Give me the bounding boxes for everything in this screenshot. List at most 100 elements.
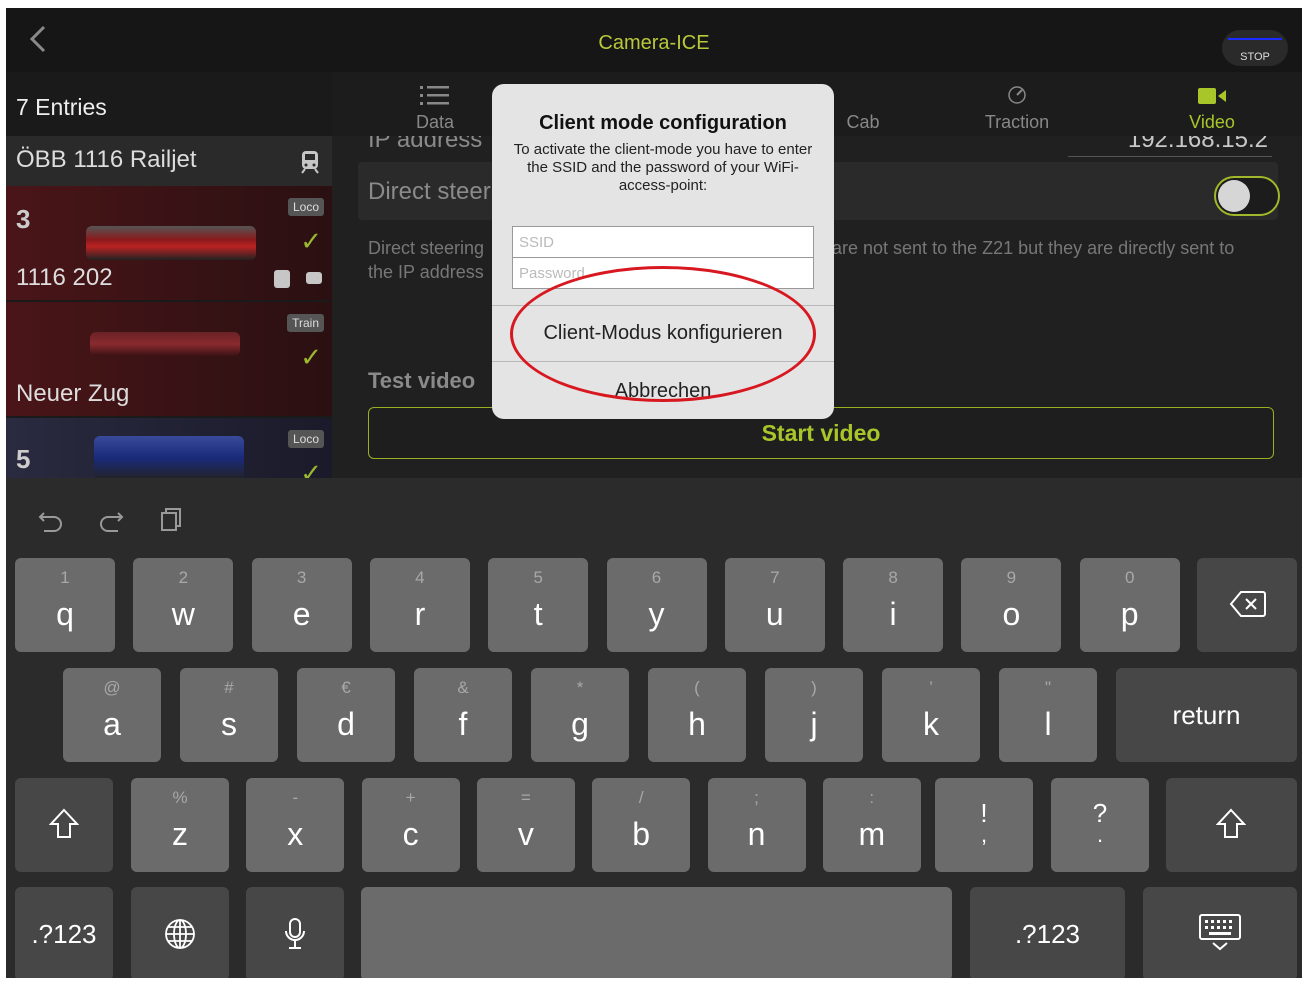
key-char: r — [414, 596, 426, 632]
key-char: n — [747, 816, 766, 852]
list-item[interactable]: 5 Loco ✓ — [6, 418, 332, 478]
shift-key-right[interactable] — [1166, 778, 1297, 872]
undo-icon[interactable] — [36, 504, 66, 534]
key-alt-char: " — [1044, 678, 1052, 697]
numbers-key-label: .?123 — [31, 919, 97, 949]
key-char: g — [571, 706, 589, 742]
redo-icon[interactable] — [96, 504, 126, 534]
key-w[interactable]: 2w — [133, 558, 234, 652]
key-m[interactable]: :m — [822, 778, 921, 872]
key-char: w — [171, 596, 195, 632]
type-badge: Train — [287, 314, 324, 332]
key-o[interactable]: 9o — [961, 558, 1062, 652]
key-alt-char: ; — [754, 788, 759, 807]
key-alt-char: / — [638, 788, 644, 807]
backspace-key[interactable] — [1197, 558, 1297, 652]
cancel-button[interactable]: Abbrechen — [492, 380, 834, 403]
top-bar: Camera-ICE STOP — [6, 8, 1302, 72]
dictation-key[interactable] — [246, 887, 344, 978]
key-exclamation[interactable]: ! , — [935, 778, 1033, 872]
key-k[interactable]: ’ k — [882, 668, 980, 762]
key-v[interactable]: = v — [476, 778, 575, 872]
dialog-title: Client mode configuration — [539, 112, 787, 134]
type-badge: Loco — [287, 430, 324, 448]
key-alt-char: ( — [694, 678, 700, 697]
page-title: Camera-ICE — [598, 32, 710, 54]
key-alt-char: @ — [103, 678, 121, 697]
key-f[interactable]: & f — [414, 668, 512, 762]
ip-address-field[interactable]: 192.168.15.2 — [1067, 136, 1272, 157]
check-icon: ✓ — [300, 342, 322, 372]
key-alt-char: % — [172, 788, 188, 807]
key-p[interactable]: 0p — [1079, 558, 1180, 652]
video-camera-icon — [306, 272, 322, 284]
key-u[interactable]: 7u — [724, 558, 825, 652]
key-d[interactable]: € d — [297, 668, 395, 762]
key-char: a — [103, 706, 121, 742]
check-icon: ✓ — [300, 458, 322, 478]
list-item[interactable]: 3 Loco ✓ 1116 202 — [6, 186, 332, 300]
key-char: c — [402, 816, 419, 852]
divider — [492, 361, 834, 362]
hide-keyboard-key[interactable] — [1143, 887, 1297, 978]
video-camera-icon — [1198, 88, 1226, 104]
tab-video[interactable]: Video — [1137, 72, 1287, 136]
globe-key[interactable] — [131, 887, 229, 978]
desc-left-1: Direct steering — [368, 238, 485, 258]
stop-button[interactable]: STOP — [1222, 30, 1288, 66]
return-key[interactable]: return — [1116, 668, 1297, 762]
key-char: e — [292, 596, 311, 632]
list-item[interactable]: Train ✓ Neuer Zug — [6, 302, 332, 416]
paste-icon[interactable] — [156, 504, 186, 534]
key-e[interactable]: 3e — [251, 558, 352, 652]
key-z[interactable]: % z — [131, 778, 229, 872]
key-x[interactable]: -x — [246, 778, 345, 872]
key-char: b — [632, 816, 651, 852]
item-name: 1116 202 — [16, 264, 113, 291]
tab-data[interactable]: Data — [360, 72, 510, 136]
numbers-key-right[interactable]: .?123 — [970, 887, 1125, 978]
key-alt-char: ’ — [929, 678, 933, 697]
dialog-message: To activate the client-mode you have to … — [513, 141, 813, 194]
key-n[interactable]: ; n — [707, 778, 806, 872]
key-alt-char: 7 — [770, 568, 780, 587]
password-input[interactable] — [512, 257, 814, 289]
shift-key-left[interactable] — [15, 778, 113, 872]
key-r[interactable]: 4r — [369, 558, 470, 652]
toggle-knob — [1218, 180, 1250, 212]
item-number: 5 — [16, 444, 31, 474]
key-char: z — [172, 816, 188, 852]
key-char: o — [1002, 596, 1021, 632]
shift-icon — [1216, 808, 1246, 838]
key-alt-char: 3 — [296, 568, 307, 587]
key-q[interactable]: 1q — [15, 558, 115, 652]
key-alt-char: ) — [811, 678, 817, 697]
key-j[interactable]: ) j — [765, 668, 863, 762]
key-char: l — [1044, 706, 1052, 742]
key-g[interactable]: * g — [531, 668, 629, 762]
key-alt-char: + — [405, 788, 416, 807]
key-alt-char: & — [457, 678, 469, 697]
direct-steering-toggle[interactable] — [1214, 176, 1280, 216]
confirm-client-mode-button[interactable]: Client-Modus konfigurieren — [492, 322, 834, 345]
key-a[interactable]: @ a — [63, 668, 161, 762]
key-question[interactable]: ? . — [1051, 778, 1149, 872]
tab-traction[interactable]: Traction — [942, 72, 1092, 136]
space-key[interactable] — [361, 887, 952, 978]
key-c[interactable]: + c — [361, 778, 460, 872]
ssid-input[interactable] — [512, 226, 814, 258]
key-t[interactable]: 5t — [488, 558, 589, 652]
list-icon — [420, 86, 449, 105]
numbers-key-left[interactable]: .?123 — [15, 887, 113, 978]
key-y[interactable]: 6y — [606, 558, 707, 652]
list-item[interactable]: ÖBB 1116 Railjet — [6, 136, 332, 186]
key-b[interactable]: / b — [592, 778, 691, 872]
key-h[interactable]: (h — [648, 668, 746, 762]
key-i[interactable]: 8i — [843, 558, 944, 652]
key-l[interactable]: " l — [999, 668, 1097, 762]
key-alt-char: 4 — [415, 568, 425, 587]
key-bottom-char: . — [1096, 822, 1104, 847]
numbers-key-label: .?123 — [1014, 919, 1081, 949]
keyboard-hide-icon — [1199, 914, 1241, 951]
key-s[interactable]: # s — [180, 668, 278, 762]
